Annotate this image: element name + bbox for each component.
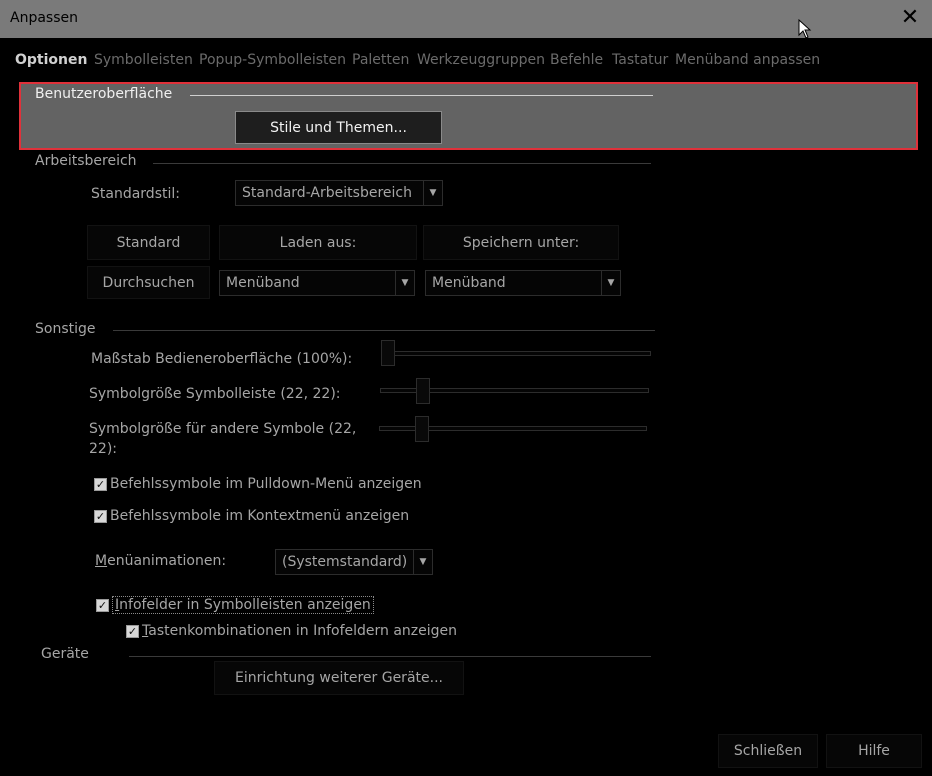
browse-button[interactable]: Durchsuchen: [87, 266, 210, 299]
ui-scale-slider-track[interactable]: [382, 351, 651, 356]
tab-tastatur[interactable]: Tastatur: [612, 52, 668, 68]
other-icon-size-label-line1: Symbolgröße für andere Symbole (22,: [89, 421, 357, 437]
workspace-divider: [153, 163, 651, 164]
checkmark-icon[interactable]: ✓: [96, 598, 109, 612]
show-context-icons-checkbox[interactable]: ✓ Befehlssymbole im Kontextmenü anzeigen: [94, 508, 409, 524]
load-from-value: Menüband: [226, 275, 300, 291]
show-shortcuts-checkbox[interactable]: ✓ Tastenkombinationen in Infofeldern anz…: [126, 623, 457, 639]
styles-themes-button[interactable]: Stile und Themen...: [235, 111, 442, 144]
ui-scale-slider-thumb[interactable]: [381, 340, 395, 366]
toolbar-icon-size-slider-thumb[interactable]: [415, 378, 430, 404]
ui-section-label: Benutzeroberfläche: [35, 86, 173, 102]
show-pulldown-icons-label: Befehlssymbole im Pulldown-Menü anzeigen: [110, 476, 422, 492]
chevron-down-icon: ▼: [413, 550, 432, 574]
chevron-down-icon: ▼: [601, 271, 620, 295]
menu-animation-select[interactable]: (Systemstandard) ▼: [275, 549, 433, 575]
tab-optionen[interactable]: Optionen: [15, 52, 87, 68]
show-context-icons-label: Befehlssymbole im Kontextmenü anzeigen: [110, 508, 410, 524]
tab-werkzeuggruppen[interactable]: Werkzeuggruppen: [417, 52, 545, 68]
show-shortcuts-label: Tastenkombinationen in Infofeldern anzei…: [142, 623, 458, 639]
tab-paletten[interactable]: Paletten: [352, 52, 409, 68]
ui-scale-label: Maßstab Bedieneroberfläche (100%):: [91, 351, 353, 367]
menu-animation-value: (Systemstandard): [282, 554, 408, 570]
tab-popup-symbolleisten[interactable]: Popup-Symbolleisten: [199, 52, 346, 68]
tab-menueband-anpassen[interactable]: Menüband anpassen: [675, 52, 820, 68]
default-style-select[interactable]: Standard-Arbeitsbereich ▼: [235, 180, 443, 206]
ui-section-divider: [190, 95, 653, 96]
checkmark-icon[interactable]: ✓: [94, 509, 107, 523]
checkmark-icon[interactable]: ✓: [126, 624, 139, 638]
default-style-label: Standardstil:: [91, 186, 180, 202]
save-to-value: Menüband: [432, 275, 506, 291]
menu-animation-label: Menüanimationen:: [95, 553, 227, 569]
load-from-label: Laden aus:: [219, 225, 417, 260]
close-icon[interactable]: ✕: [898, 7, 922, 31]
other-icon-size-slider-thumb[interactable]: [414, 416, 429, 442]
title-bar: [0, 0, 932, 38]
devices-divider: [129, 656, 651, 657]
setup-devices-button[interactable]: Einrichtung weiterer Geräte...: [214, 661, 464, 695]
misc-divider: [113, 330, 655, 331]
load-from-select[interactable]: Menüband ▼: [219, 270, 415, 296]
misc-section-label: Sonstige: [35, 321, 96, 337]
other-icon-size-label-line2: 22):: [89, 441, 117, 457]
default-style-value: Standard-Arbeitsbereich: [242, 185, 412, 201]
standard-button[interactable]: Standard: [87, 225, 210, 260]
checkmark-icon[interactable]: ✓: [94, 477, 107, 491]
show-infofields-label: Infofelder in Symbolleisten anzeigen: [112, 596, 374, 614]
chevron-down-icon: ▼: [395, 271, 414, 295]
window-title: Anpassen: [10, 10, 78, 26]
devices-section-label: Geräte: [41, 646, 89, 662]
close-dialog-button[interactable]: Schließen: [718, 734, 818, 768]
show-infofields-checkbox[interactable]: ✓ Infofelder in Symbolleisten anzeigen: [96, 596, 374, 614]
save-to-select[interactable]: Menüband ▼: [425, 270, 621, 296]
workspace-section-label: Arbeitsbereich: [35, 153, 137, 169]
chevron-down-icon: ▼: [423, 181, 442, 205]
save-to-label: Speichern unter:: [423, 225, 619, 260]
tab-symbolleisten[interactable]: Symbolleisten: [94, 52, 193, 68]
toolbar-icon-size-label: Symbolgröße Symbolleiste (22, 22):: [89, 386, 341, 402]
show-pulldown-icons-checkbox[interactable]: ✓ Befehlssymbole im Pulldown-Menü anzeig…: [94, 476, 422, 492]
help-button[interactable]: Hilfe: [826, 734, 922, 768]
tab-befehle[interactable]: Befehle: [550, 52, 603, 68]
mouse-cursor-icon: [798, 19, 812, 39]
